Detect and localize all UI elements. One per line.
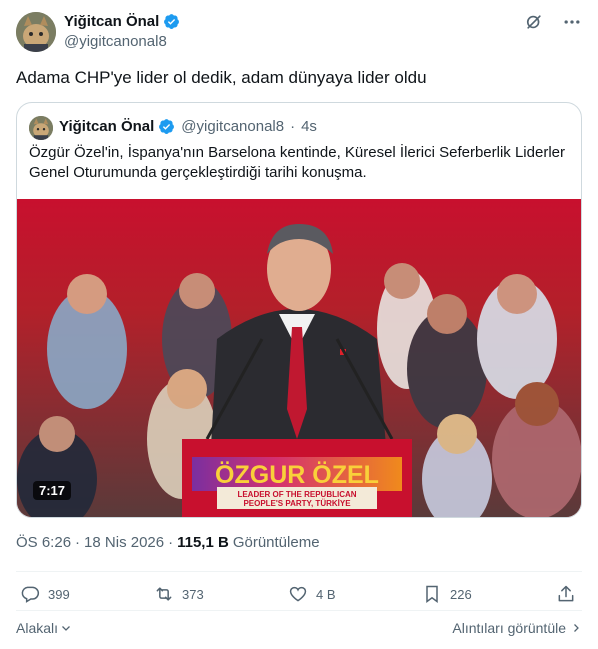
view-quotes-label: Alıntıları görüntüle	[452, 620, 566, 636]
quoted-tweet[interactable]: Yiğitcan Önal @yigitcanonal8 · 4s Özgür …	[16, 102, 582, 518]
repost-button[interactable]: 373	[154, 584, 204, 604]
action-bar: 399 373 4 B 226	[16, 584, 582, 608]
grok-icon[interactable]	[524, 12, 544, 32]
like-button[interactable]: 4 B	[288, 584, 336, 604]
tweet-text: Adama CHP'ye lider ol dedik, adam dünyay…	[16, 68, 427, 87]
video-player[interactable]: ÖZGUR ÖZEL LEADER OF THE REPUBLICAN PEOP…	[17, 199, 581, 517]
view-quotes-link[interactable]: Alıntıları görüntüle	[452, 620, 582, 636]
bookmark-icon	[426, 585, 438, 603]
verified-badge-icon	[158, 118, 175, 135]
reply-button[interactable]: 399	[20, 584, 70, 604]
share-icon	[558, 585, 574, 602]
podium-line-1: LEADER OF THE REPUBLICAN	[237, 490, 356, 499]
related-label: Alakalı	[16, 620, 59, 636]
repost-count: 373	[182, 586, 204, 602]
views-count: 115,1 B	[177, 534, 229, 551]
quoted-avatar	[29, 116, 53, 140]
meta-dot: ·	[168, 534, 174, 551]
repost-icon	[156, 587, 172, 601]
avatar[interactable]	[16, 12, 56, 52]
like-count: 4 B	[316, 586, 336, 602]
tweet-meta: ÖS 6:26 · 18 Nis 2026 · 115,1 B Görüntül…	[16, 534, 320, 551]
chevron-down-icon	[62, 626, 70, 631]
author-name[interactable]: Yiğitcan Önal	[64, 13, 159, 30]
quoted-time: 4s	[301, 118, 317, 135]
author-handle[interactable]: @yigitcanonal8	[64, 33, 167, 50]
quoted-text: Özgür Özel'in, İspanya'nın Barselona ken…	[29, 144, 565, 181]
divider	[16, 571, 582, 572]
reply-icon	[21, 586, 40, 603]
meta-dot: ·	[75, 534, 81, 551]
video-frame: ÖZGUR ÖZEL LEADER OF THE REPUBLICAN PEOP…	[17, 199, 581, 517]
tweet-header: Yiğitcan Önal @yigitcanonal8	[16, 10, 582, 54]
tweet-date[interactable]: 18 Nis 2026	[84, 534, 164, 551]
share-button[interactable]	[556, 584, 576, 604]
podium-title: ÖZGUR ÖZEL	[215, 460, 379, 489]
verified-badge-icon	[163, 13, 180, 30]
video-duration: 7:17	[33, 481, 72, 500]
separator-dot: ·	[290, 118, 296, 135]
bookmark-button[interactable]: 226	[422, 584, 472, 604]
reply-count: 399	[48, 586, 70, 602]
chevron-right-icon	[574, 624, 579, 632]
divider	[16, 610, 582, 611]
tweet-time[interactable]: ÖS 6:26	[16, 534, 71, 551]
heart-icon	[289, 586, 307, 602]
quoted-author-name: Yiğitcan Önal	[59, 118, 155, 135]
quoted-author-handle: @yigitcanonal8	[181, 118, 285, 135]
more-options-icon[interactable]	[562, 12, 582, 32]
related-dropdown[interactable]: Alakalı	[16, 620, 72, 636]
podium-line-2: PEOPLE'S PARTY, TÜRKİYE	[243, 499, 351, 508]
bookmark-count: 226	[450, 586, 472, 602]
views-label: Görüntüleme	[232, 534, 320, 551]
